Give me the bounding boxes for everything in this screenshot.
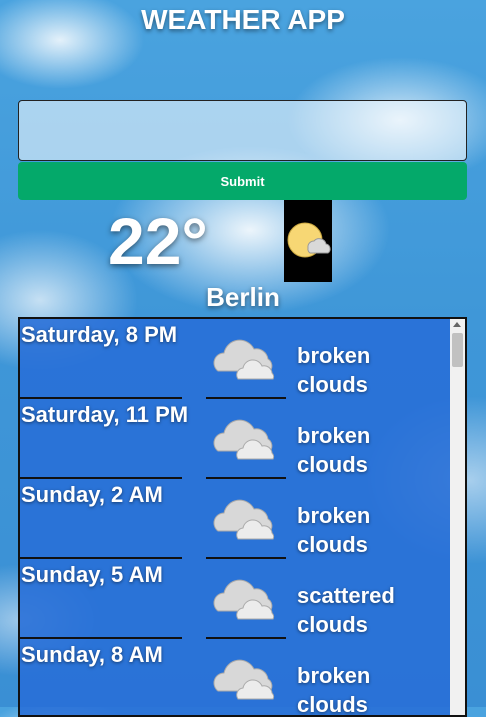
forecast-list[interactable]: Saturday, 8 PM broken clouds Saturday, 1… — [18, 317, 467, 717]
moon-cloud-icon — [284, 200, 332, 282]
app-title: WEATHER APP — [141, 4, 345, 35]
forecast-row: Sunday, 8 AM broken clouds — [20, 639, 452, 717]
forecast-description: broken clouds — [297, 343, 371, 397]
current-temperature: 22° — [108, 204, 208, 278]
cloud-icon — [213, 339, 275, 380]
forecast-time: Saturday, 8 PM — [21, 322, 178, 347]
forecast-row: Sunday, 2 AM broken clouds — [20, 479, 452, 559]
scroll-up-arrow-icon[interactable] — [453, 322, 461, 327]
forecast-row: Saturday, 11 PM broken clouds — [20, 399, 452, 479]
forecast-row: Sunday, 5 AM scattered clouds — [20, 559, 452, 639]
cloud-icon — [213, 659, 275, 700]
forecast-description: broken clouds — [297, 503, 371, 557]
forecast-time: Saturday, 11 PM — [21, 402, 189, 427]
forecast-time: Sunday, 8 AM — [21, 642, 163, 667]
forecast-description: broken clouds — [297, 423, 371, 477]
cloud-icon — [213, 419, 275, 460]
forecast-time: Sunday, 2 AM — [21, 482, 163, 507]
forecast-row: Saturday, 8 PM broken clouds — [20, 319, 452, 399]
forecast-description: scattered clouds — [297, 583, 395, 637]
city-search-input[interactable] — [18, 100, 467, 161]
scroll-thumb[interactable] — [452, 333, 463, 367]
submit-button[interactable]: Submit — [18, 162, 467, 200]
cloud-icon — [213, 579, 275, 620]
city-name: Berlin — [206, 282, 280, 312]
forecast-scrollbar[interactable] — [450, 319, 465, 715]
forecast-description: broken clouds — [297, 663, 371, 717]
cloud-icon — [213, 499, 275, 540]
forecast-time: Sunday, 5 AM — [21, 562, 163, 587]
